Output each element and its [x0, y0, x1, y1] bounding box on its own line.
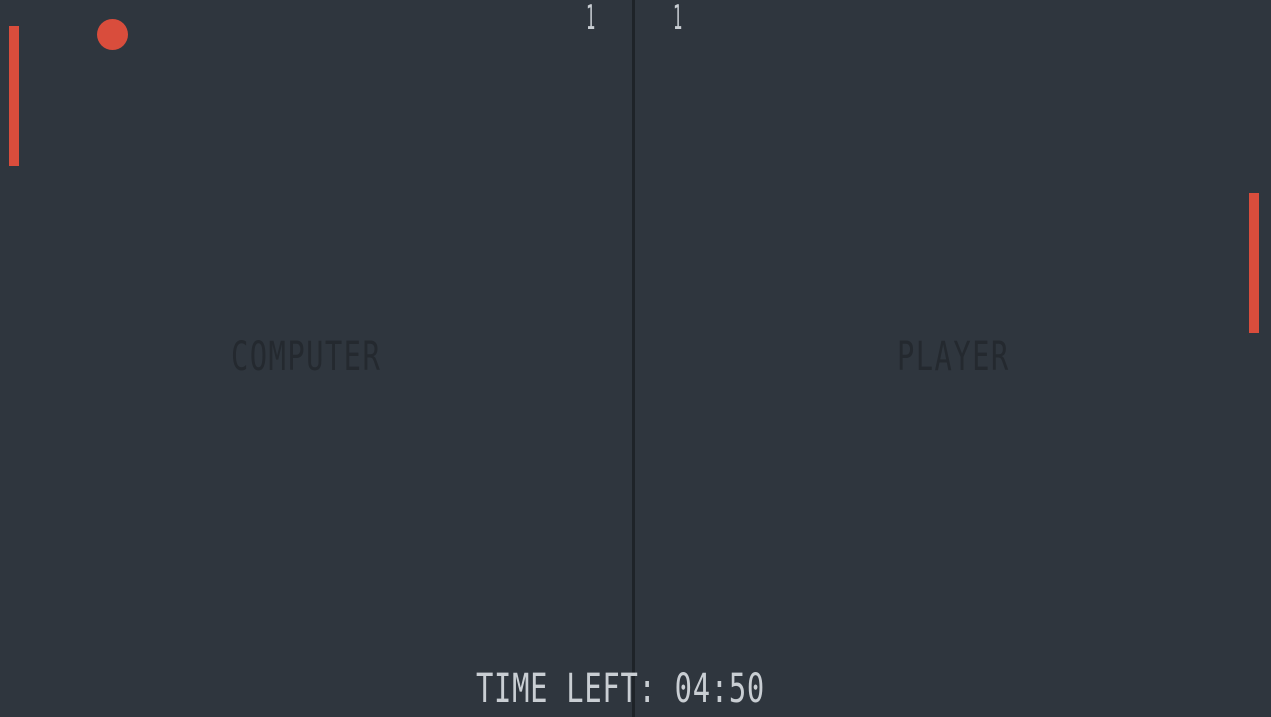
- computer-score: 1: [586, 0, 596, 38]
- time-left-display: TIME LEFT: 04:50: [476, 666, 765, 712]
- computer-paddle: [9, 26, 19, 166]
- ball: [97, 19, 128, 50]
- computer-side-label: COMPUTER: [231, 334, 382, 380]
- center-net-line: [632, 0, 635, 717]
- player-side-label: PLAYER: [897, 334, 1010, 380]
- player-paddle[interactable]: [1249, 193, 1259, 333]
- player-score: 1: [673, 0, 683, 38]
- pong-court[interactable]: 1 1 COMPUTER PLAYER TIME LEFT: 04:50: [0, 0, 1271, 717]
